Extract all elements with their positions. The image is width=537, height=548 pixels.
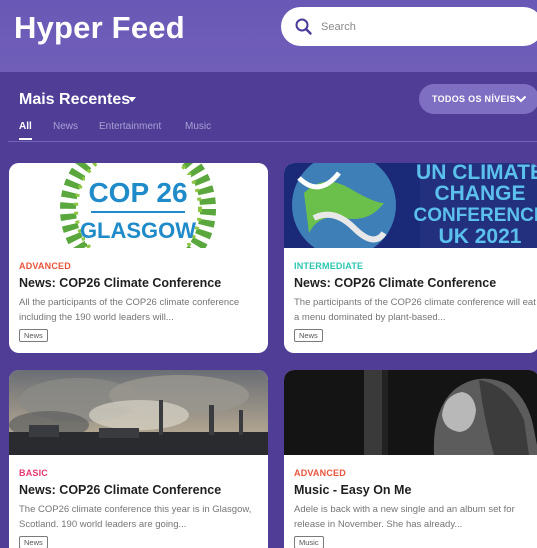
card-title: News: COP26 Climate Conference <box>19 483 222 497</box>
card-title: News: COP26 Climate Conference <box>294 276 497 290</box>
level-filter-button[interactable]: TODOS OS NÍVEIS <box>419 84 537 114</box>
level-badge: INTERMEDIATE <box>294 261 364 271</box>
active-tab-indicator <box>19 138 32 140</box>
feed-grid: COP 26 GLASGOW ADVANCED News: COP26 Clim… <box>0 150 537 548</box>
chevron-down-icon <box>515 95 527 103</box>
card-thumbnail-adele-portrait <box>284 370 537 455</box>
feed-card[interactable]: UN CLIMATE CHANGE CONFERENCE UK 2021 INT… <box>284 163 537 353</box>
card-description: All the participants of the COP26 climat… <box>19 297 240 323</box>
search-box[interactable] <box>281 7 537 46</box>
level-badge: BASIC <box>19 468 49 478</box>
un-climate-text: UN CLIMATE <box>416 163 537 184</box>
card-title: News: COP26 Climate Conference <box>19 276 222 290</box>
section-title-dropdown[interactable]: Mais Recentes <box>19 91 130 109</box>
tab-news[interactable]: News <box>53 121 78 132</box>
glasgow-logo-text: GLASGOW <box>80 218 196 243</box>
search-input[interactable] <box>321 17 521 37</box>
level-filter-label: TODOS OS NÍVEIS <box>432 94 516 104</box>
card-thumbnail-cop26-glasgow: COP 26 GLASGOW <box>9 163 268 248</box>
category-tag: Music <box>294 536 324 548</box>
feed-card[interactable]: COP 26 GLASGOW ADVANCED News: COP26 Clim… <box>9 163 268 353</box>
card-description: The COP26 climate conference this year i… <box>19 504 252 530</box>
uk-2021-text: UK 2021 <box>439 225 522 248</box>
tabs-divider <box>8 141 537 142</box>
change-text: CHANGE <box>434 182 525 205</box>
tab-entertainment[interactable]: Entertainment <box>99 121 161 132</box>
card-thumbnail-smokestacks <box>9 370 268 455</box>
card-thumbnail-un-climate-uk-2021: UN CLIMATE CHANGE CONFERENCE UK 2021 <box>284 163 537 248</box>
card-description: Adele is back with a new single and an a… <box>294 504 515 530</box>
app-header: Hyper Feed <box>0 0 537 72</box>
filter-bar: Mais Recentes TODOS OS NÍVEIS All News E… <box>0 72 537 150</box>
level-badge: ADVANCED <box>294 468 346 478</box>
search-icon <box>295 18 312 35</box>
feed-card[interactable]: BASIC News: COP26 Climate Conference The… <box>9 370 268 548</box>
feed-card[interactable]: ADVANCED Music - Easy On Me Adele is bac… <box>284 370 537 548</box>
category-tag: News <box>19 329 48 342</box>
category-tag: News <box>294 329 323 342</box>
tab-all[interactable]: All <box>19 121 32 132</box>
tab-music[interactable]: Music <box>185 121 211 132</box>
caret-down-icon[interactable] <box>127 96 137 104</box>
conference-text: CONFERENCE <box>413 205 537 226</box>
app-title: Hyper Feed <box>14 10 185 45</box>
card-description: The participants of the COP26 climate co… <box>294 297 536 323</box>
level-badge: ADVANCED <box>19 261 71 271</box>
category-tag: News <box>19 536 48 548</box>
cop26-logo-text: COP 26 <box>88 177 187 208</box>
card-title: Music - Easy On Me <box>294 483 412 497</box>
